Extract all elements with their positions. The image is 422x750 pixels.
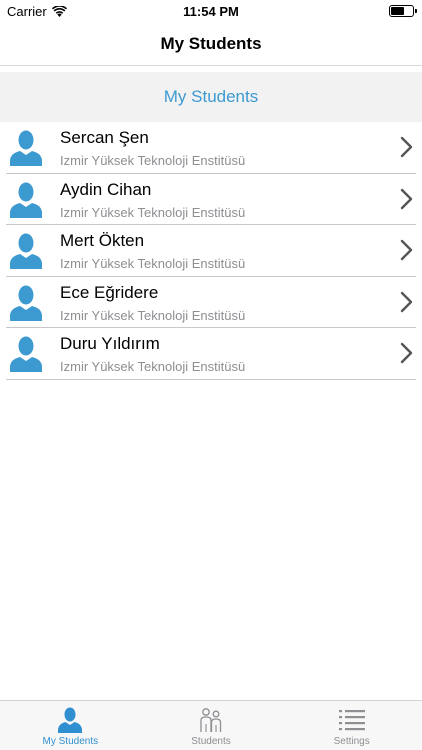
chevron-right-icon	[400, 291, 413, 312]
row-divider	[6, 378, 416, 380]
student-school: Izmir Yüksek Teknoloji Enstitüsü	[60, 204, 246, 220]
tab-students[interactable]: Students	[141, 701, 282, 750]
clock: 11:54 PM	[183, 4, 239, 19]
student-row[interactable]: Duru Yıldırım Izmir Yüksek Teknoloji Ens…	[0, 328, 422, 380]
section-header: My Students	[0, 72, 422, 122]
list-icon	[338, 710, 365, 731]
chevron-right-icon	[400, 136, 413, 158]
tab-label: My Students	[42, 736, 99, 747]
student-name: Sercan Şen	[60, 128, 149, 147]
tab-bar: My Students Students Settings	[0, 700, 422, 750]
chevron-right-icon	[400, 342, 413, 364]
student-row[interactable]: Sercan Şen Izmir Yüksek Teknoloji Enstit…	[0, 122, 422, 174]
status-bar: Carrier 11:54 PM	[0, 0, 422, 22]
person-avatar-icon	[10, 233, 42, 269]
person-icon	[58, 707, 83, 733]
tab-my-students[interactable]: My Students	[0, 701, 141, 750]
tab-settings[interactable]: Settings	[281, 701, 422, 750]
student-list: Sercan Şen Izmir Yüksek Teknoloji Enstit…	[0, 122, 422, 380]
navigation-bar: My Students	[0, 22, 422, 66]
battery-icon	[389, 5, 417, 17]
chevron-right-icon	[400, 188, 413, 209]
chevron-right-icon	[400, 239, 413, 261]
person-avatar-icon	[10, 336, 42, 372]
page-title: My Students	[160, 33, 262, 53]
student-school: Izmir Yüksek Teknoloji Enstitüsü	[60, 359, 246, 374]
student-name: Aydin Cihan	[60, 179, 152, 199]
section-title: My Students	[163, 87, 259, 106]
person-avatar-icon	[10, 182, 42, 218]
people-icon	[200, 708, 222, 732]
student-school: Izmir Yüksek Teknoloji Enstitüsü	[60, 153, 246, 168]
person-avatar-icon	[10, 130, 42, 166]
student-school: Izmir Yüksek Teknoloji Enstitüsü	[60, 307, 246, 323]
student-row[interactable]: Mert Ökten Izmir Yüksek Teknoloji Enstit…	[0, 225, 422, 277]
student-school: Izmir Yüksek Teknoloji Enstitüsü	[60, 256, 246, 271]
tab-label: Students	[191, 736, 231, 747]
student-name: Mert Ökten	[60, 231, 145, 250]
student-row[interactable]: Aydin Cihan Izmir Yüksek Teknoloji Ensti…	[0, 174, 422, 225]
student-row[interactable]: Ece Eğridere Izmir Yüksek Teknoloji Enst…	[0, 277, 422, 328]
student-name: Ece Eğridere	[60, 282, 159, 302]
person-avatar-icon	[10, 285, 42, 321]
student-name: Duru Yıldırım	[60, 334, 160, 353]
tab-label: Settings	[333, 736, 370, 747]
